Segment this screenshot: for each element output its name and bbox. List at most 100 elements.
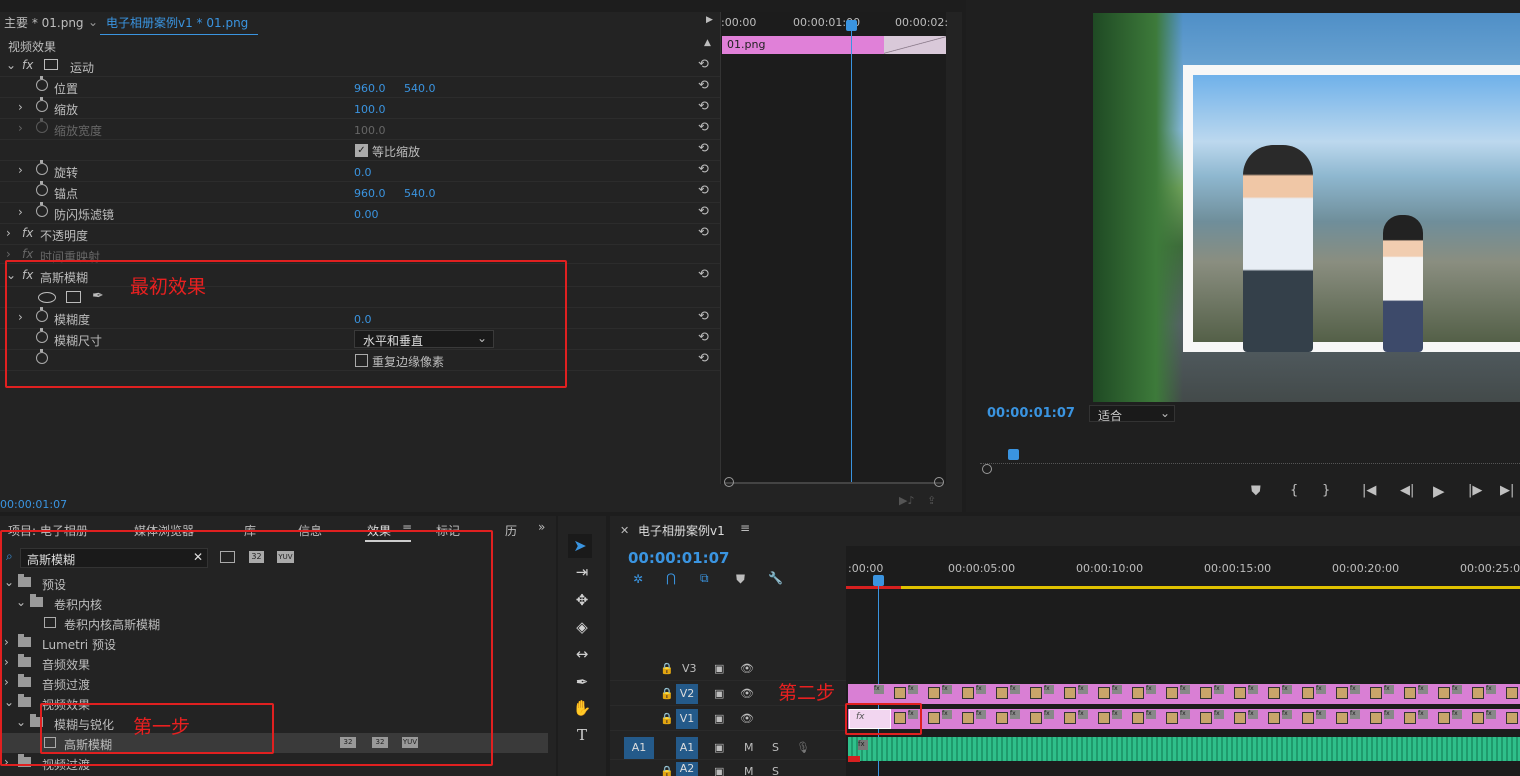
transition-marker-icon[interactable] [1404, 687, 1416, 699]
reset-icon[interactable]: ⟲ [698, 162, 709, 177]
timeline-playhead-handle[interactable] [873, 575, 884, 586]
mute-button[interactable]: M [744, 741, 754, 754]
reset-icon[interactable]: ⟲ [698, 309, 709, 324]
audio-play-icon[interactable]: ▶♪ [899, 494, 914, 507]
transition-marker-icon[interactable] [1234, 712, 1246, 724]
step-forward-icon[interactable]: |▶ [1468, 483, 1482, 498]
snap-icon[interactable]: ⋂ [666, 571, 676, 585]
stopwatch-icon[interactable] [36, 181, 48, 196]
eye-icon[interactable]: 👁 [740, 712, 754, 725]
anchor-y[interactable]: 540.0 [404, 187, 436, 200]
sequence-tab[interactable]: 电子相册案例v1 [638, 522, 725, 539]
transition-marker-icon[interactable] [1098, 712, 1110, 724]
go-to-out-icon[interactable]: ▶| [1500, 483, 1514, 498]
transition-marker-icon[interactable] [996, 687, 1008, 699]
mini-playhead[interactable] [851, 22, 852, 484]
sync-lock-icon[interactable]: ▣ [714, 741, 724, 754]
transition-marker-icon[interactable] [1302, 712, 1314, 724]
transition-marker-icon[interactable] [1336, 687, 1348, 699]
transition-marker-icon[interactable] [1064, 712, 1076, 724]
opacity-row[interactable]: › fx 不透明度 ⟲ [0, 224, 720, 245]
expand-icon[interactable]: › [6, 226, 11, 240]
wrench-icon[interactable]: 🔧 [768, 571, 783, 585]
sync-lock-icon[interactable]: ▣ [714, 712, 724, 725]
transition-marker-icon[interactable] [1370, 712, 1382, 724]
transition-marker-icon[interactable] [1268, 687, 1280, 699]
work-area-bar[interactable] [846, 586, 1520, 589]
close-icon[interactable]: ✕ [620, 524, 629, 537]
transition-marker-icon[interactable] [1166, 712, 1178, 724]
source-a1-patch[interactable]: A1 [624, 737, 654, 759]
reset-icon[interactable]: ⟲ [698, 99, 709, 114]
sequence-clip-tab[interactable]: 电子相册案例v1 * 01.png [106, 12, 248, 34]
go-to-in-icon[interactable]: |◀ [1362, 483, 1376, 498]
mini-scrollbar[interactable] [725, 482, 943, 484]
reset-icon[interactable]: ⟲ [698, 204, 709, 219]
scroll-handle-left[interactable] [724, 477, 734, 487]
mute-button[interactable]: M [744, 765, 754, 776]
tab-history[interactable]: 历 [505, 522, 517, 539]
transition-marker-icon[interactable] [1030, 687, 1042, 699]
anchor-x[interactable]: 960.0 [354, 187, 386, 200]
stopwatch-icon[interactable] [36, 76, 48, 91]
transition-marker-icon[interactable] [1132, 687, 1144, 699]
monitor-ruler[interactable] [980, 450, 1520, 464]
sync-lock-icon[interactable]: ▣ [714, 765, 724, 776]
track-a1[interactable]: A1 A1 ▣ M S 🎙 [610, 736, 846, 760]
scale-value[interactable]: 100.0 [354, 103, 386, 116]
expand-icon[interactable]: › [6, 247, 11, 261]
fx-icon[interactable]: fx [22, 226, 33, 240]
transition-marker-icon[interactable] [1200, 712, 1212, 724]
expand-icon[interactable]: ⌄ [6, 58, 16, 72]
transition-marker-icon[interactable] [1438, 687, 1450, 699]
motion-row[interactable]: ⌄ fx 运动 ⟲ [0, 56, 720, 77]
monitor-playhead[interactable] [1008, 449, 1019, 460]
position-y[interactable]: 540.0 [404, 82, 436, 95]
play-only-icon[interactable]: ▶ [706, 15, 713, 25]
mic-icon[interactable]: 🎙 [796, 741, 810, 754]
transition-marker-icon[interactable] [1404, 712, 1416, 724]
a1-audio-clip[interactable]: fx [848, 737, 1520, 761]
scroll-handle-right[interactable] [934, 477, 944, 487]
mark-out-icon[interactable]: } [1322, 483, 1330, 498]
uniform-scale-checkbox[interactable]: ✓ [355, 144, 368, 157]
zoom-handle[interactable] [982, 464, 992, 474]
program-timecode[interactable]: 00:00:01:07 [987, 406, 1075, 421]
transition-marker-icon[interactable] [1098, 687, 1110, 699]
fit-select[interactable]: 适合 ⌄ [1089, 405, 1175, 423]
reset-icon[interactable]: ⟲ [698, 351, 709, 366]
transition-marker-icon[interactable] [1472, 712, 1484, 724]
lock-icon[interactable]: 🔒 [660, 662, 674, 675]
transition-marker-icon[interactable] [928, 712, 940, 724]
more-tabs-icon[interactable]: » [538, 520, 545, 534]
sync-lock-icon[interactable]: ▣ [714, 687, 724, 700]
play-icon[interactable]: ▶ [1433, 482, 1445, 500]
stopwatch-icon[interactable] [36, 97, 48, 112]
reset-icon[interactable]: ⟲ [698, 120, 709, 135]
solo-button[interactable]: S [772, 765, 779, 776]
type-tool[interactable]: T [572, 725, 592, 745]
eye-icon[interactable]: 👁 [740, 687, 754, 700]
menu-icon[interactable]: ≡ [740, 521, 750, 535]
collapse-icon[interactable]: ▲ [704, 38, 711, 48]
transition-marker-icon[interactable] [1166, 687, 1178, 699]
transition-marker-icon[interactable] [962, 712, 974, 724]
transition-marker-icon[interactable] [894, 687, 906, 699]
reset-icon[interactable]: ⟲ [698, 141, 709, 156]
timeline-timecode[interactable]: 00:00:01:07 [628, 549, 730, 567]
lock-icon[interactable]: 🔒 [660, 712, 674, 725]
video-frame[interactable] [1093, 13, 1520, 402]
transition-marker-icon[interactable] [1064, 687, 1076, 699]
chevron-down-icon[interactable]: ⌄ [88, 15, 98, 29]
reset-icon[interactable]: ⟲ [698, 330, 709, 345]
reset-icon[interactable]: ⟲ [698, 78, 709, 93]
hand-tool[interactable]: ✋ [572, 698, 592, 718]
add-marker-icon[interactable]: ⛊ [736, 572, 745, 587]
transition-marker-icon[interactable] [1506, 687, 1518, 699]
linked-selection-icon[interactable]: ⧉ [700, 571, 709, 586]
transition-marker-icon[interactable] [996, 712, 1008, 724]
track-select-tool[interactable]: ⇥ [572, 562, 592, 582]
reset-icon[interactable]: ⟲ [698, 183, 709, 198]
ripple-edit-tool[interactable]: ✥ [572, 590, 592, 610]
transition-marker-icon[interactable] [1438, 712, 1450, 724]
